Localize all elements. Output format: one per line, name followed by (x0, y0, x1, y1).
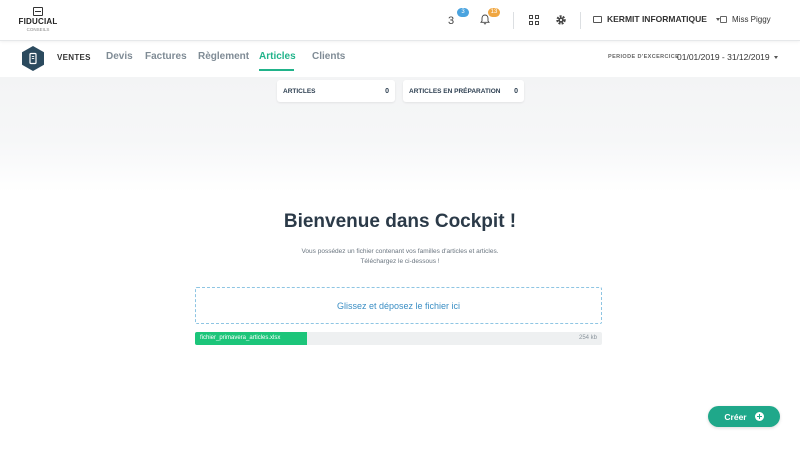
file-upload-progress: fichier_primavera_articles.xlsx 254 kb (195, 332, 602, 345)
brand-name: FIDUCIAL (18, 17, 58, 26)
brand-subtitle: CONSEILS (26, 27, 50, 32)
notifications-badge: 13 (488, 8, 500, 17)
intro-text: Vous possédez un fichier contenant vos f… (0, 247, 800, 267)
divider (513, 12, 514, 29)
articles-preparation-counter[interactable]: ARTICLES EN PRÉPARATION 0 (403, 80, 524, 102)
top-bar: FIDUCIAL CONSEILS 3 3 13 KERMIT INFORMAT… (0, 0, 800, 41)
create-button-label: Créer (724, 411, 747, 422)
brand-logo[interactable]: FIDUCIAL CONSEILS (18, 7, 58, 32)
file-name: fichier_primavera_articles.xlsx (200, 335, 281, 341)
page-title: Bienvenue dans Cockpit ! (283, 211, 517, 232)
user-name: Miss Piggy (732, 15, 771, 24)
counter-value: 0 (514, 87, 518, 95)
tab-devis[interactable]: Devis (106, 51, 133, 62)
module-label: VENTES (57, 53, 91, 62)
user-menu[interactable]: Miss Piggy (720, 15, 771, 24)
folder-icon (593, 15, 602, 23)
counter-label: ARTICLES EN PRÉPARATION (409, 87, 501, 95)
messages-badge: 3 (457, 8, 469, 17)
file-size: 254 kb (578, 335, 597, 341)
intro-line: Vous possédez un fichier contenant vos f… (301, 248, 499, 255)
articles-counter[interactable]: ARTICLES 0 (277, 80, 395, 102)
period-selector[interactable]: 01/01/2019 - 31/12/2019 (677, 52, 778, 62)
user-icon (720, 16, 727, 23)
company-name: KERMIT INFORMATIQUE (607, 14, 707, 24)
period-label: PERIODE D'EXCERCICE (608, 54, 680, 60)
tab-factures[interactable]: Factures (145, 51, 187, 62)
chevron-down-icon (773, 55, 778, 59)
header-background (0, 77, 800, 192)
messages-icon[interactable]: 3 (448, 15, 454, 27)
tab-clients[interactable]: Clients (312, 51, 345, 62)
counter-label: ARTICLES (283, 87, 316, 95)
active-tab-indicator (259, 69, 294, 71)
tab-reglement[interactable]: Règlement (198, 51, 249, 62)
file-dropzone[interactable]: Glissez et déposez le fichier ici (195, 287, 602, 324)
intro-line: Téléchargez le ci-dessous ! (360, 258, 440, 265)
company-selector[interactable]: KERMIT INFORMATIQUE (593, 14, 720, 24)
plus-circle-icon (754, 412, 764, 421)
tab-articles[interactable]: Articles (259, 51, 296, 62)
gear-icon[interactable] (555, 14, 567, 26)
create-button[interactable]: Créer (708, 406, 780, 427)
cockpit-logo-icon[interactable] (22, 46, 44, 71)
divider (580, 12, 581, 29)
fiducial-logo-icon (33, 7, 43, 16)
apps-grid-icon[interactable] (529, 15, 539, 25)
counter-value: 0 (385, 87, 389, 95)
dropzone-label: Glissez et déposez le fichier ici (336, 300, 461, 311)
period-value: 01/01/2019 - 31/12/2019 (677, 52, 770, 62)
